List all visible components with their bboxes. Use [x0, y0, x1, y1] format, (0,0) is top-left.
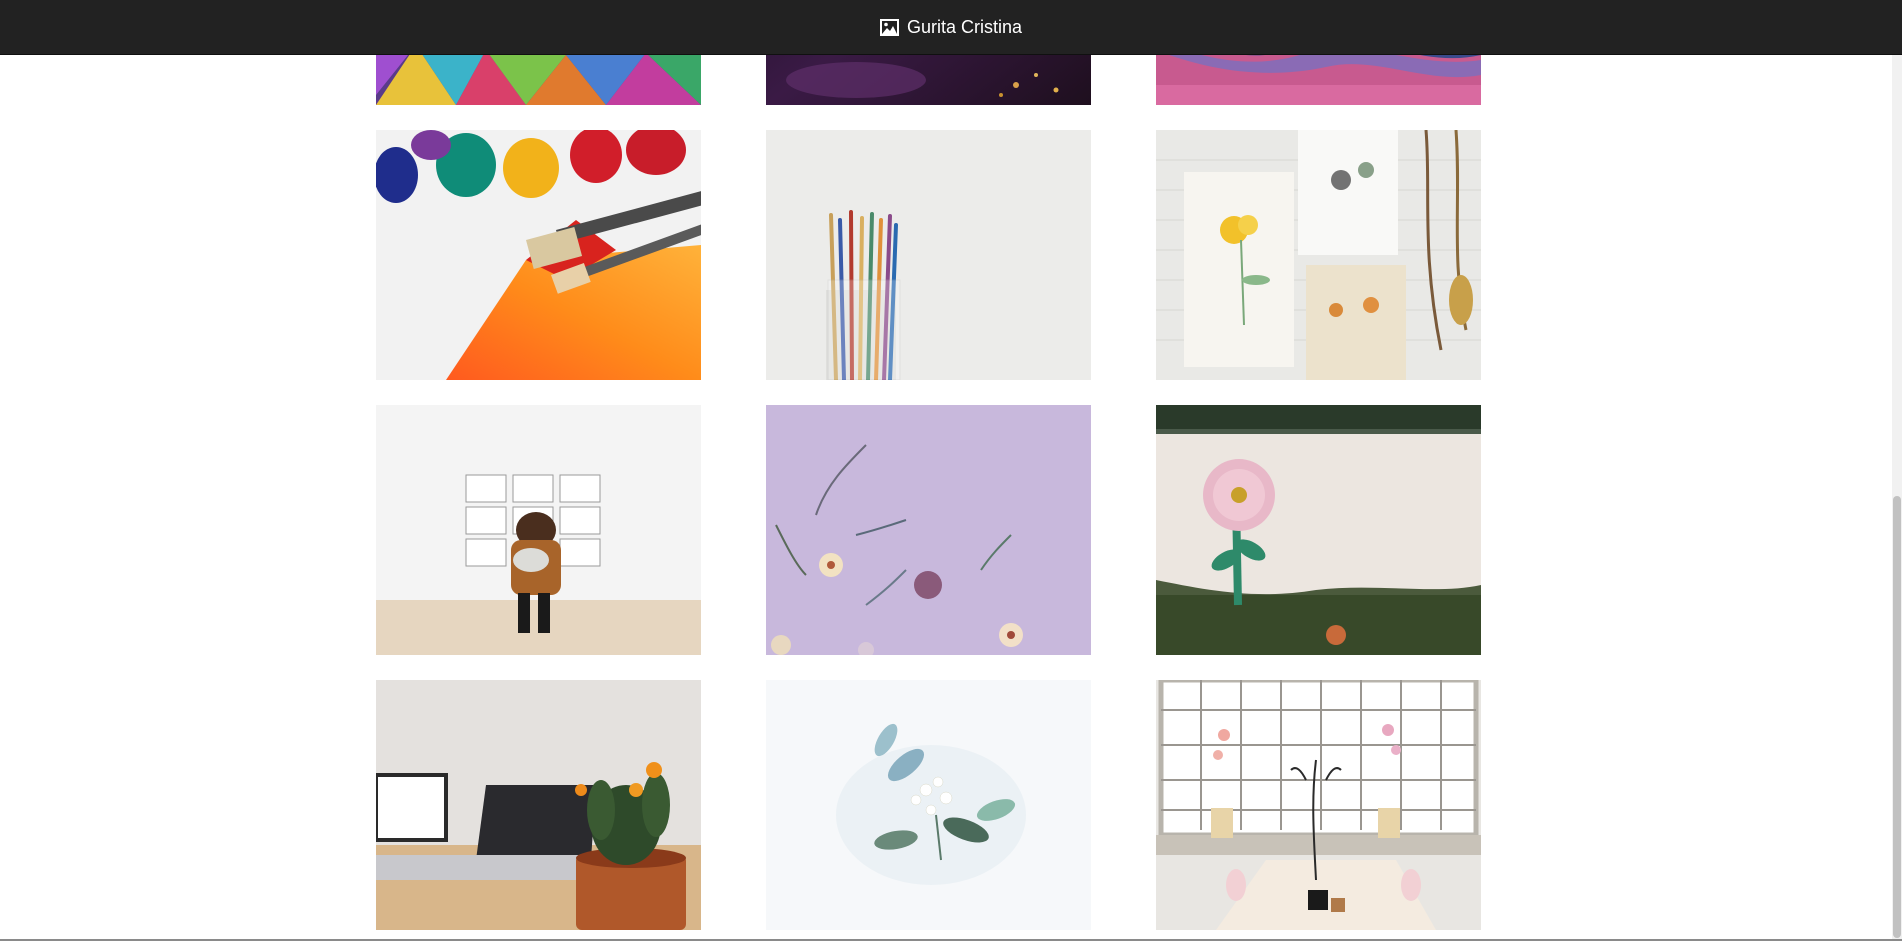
paint-brushes-orange-photo[interactable] — [376, 130, 701, 380]
flowers-on-purple-photo[interactable] — [766, 405, 1091, 655]
vertical-scrollbar[interactable] — [1892, 0, 1902, 941]
brushes-in-jar-photo[interactable] — [766, 130, 1091, 380]
page: Gurita Cristina — [0, 0, 1902, 941]
white-flower-bouquet-photo[interactable] — [766, 680, 1091, 930]
picture-icon — [879, 18, 899, 36]
window-orchids-table-photo[interactable] — [1156, 680, 1481, 930]
woman-at-gallery-photo[interactable] — [376, 405, 701, 655]
top-navbar: Gurita Cristina — [0, 0, 1902, 55]
scrollbar-thumb[interactable] — [1893, 496, 1901, 938]
brand-title: Gurita Cristina — [906, 16, 1023, 37]
laptop-cactus-photo[interactable] — [376, 680, 701, 930]
photo-gallery — [376, 0, 1482, 941]
brand-link[interactable]: Gurita Cristina — [879, 16, 1023, 38]
botanical-prints-photo[interactable] — [1156, 130, 1481, 380]
painted-flower-wall-photo[interactable] — [1156, 405, 1481, 655]
